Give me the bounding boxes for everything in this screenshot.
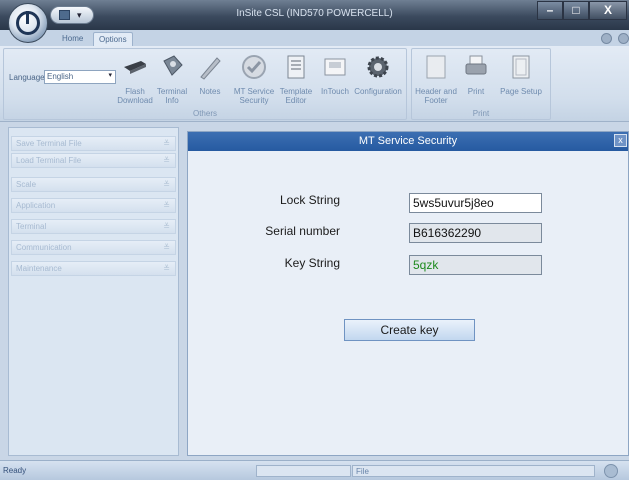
sidebar-item-label: Terminal	[16, 222, 47, 231]
flash-download-button[interactable]: Flash Download	[116, 53, 154, 105]
print-label: Print	[467, 87, 485, 96]
panel-title: MT Service Security	[358, 135, 458, 147]
pencil-icon	[200, 57, 221, 80]
sidebar-item-label: Save Terminal File	[16, 139, 82, 148]
status-segment	[256, 465, 351, 477]
window-controls: – □ X	[537, 1, 627, 21]
terminal-info-icon	[163, 55, 183, 76]
app-menu-button[interactable]	[8, 3, 48, 43]
help-icon[interactable]	[601, 33, 612, 44]
terminal-info-button[interactable]: Terminal Info	[156, 53, 188, 105]
close-button[interactable]: X	[589, 1, 627, 20]
page-setup-icon	[512, 55, 530, 79]
sidebar: Save Terminal File ≚ Load Terminal File …	[8, 127, 179, 456]
key-string-field: 5qzk	[409, 255, 542, 275]
window-title: InSite CSL (IND570 POWERCELL)	[236, 8, 393, 19]
close-icon[interactable]: x	[614, 134, 627, 147]
notes-label: Notes	[199, 87, 221, 96]
sidebar-item-communication[interactable]: Communication ≚	[11, 240, 176, 255]
status-text: Ready	[3, 466, 27, 475]
chevron-down-icon: ≚	[163, 201, 170, 210]
ribbon-group-print: Header and Footer Print Page Setup Print	[411, 48, 551, 120]
ribbon-tabs: Home Options	[0, 30, 629, 46]
sidebar-item-label: Application	[16, 201, 56, 210]
serial-number-label: Serial number	[265, 224, 340, 238]
lock-string-field[interactable]: 5ws5uvur5j8eo	[409, 193, 542, 213]
sidebar-item-maintenance[interactable]: Maintenance ≚	[11, 261, 176, 276]
ribbon-group-others: Language English ▾ Flash Download Termin…	[3, 48, 407, 120]
mt-service-security-button[interactable]: MT Service Security	[229, 53, 279, 105]
chevron-down-icon: ▾	[108, 72, 112, 79]
sidebar-item-label: Scale	[16, 180, 37, 189]
gear-icon	[367, 56, 389, 78]
template-editor-icon	[287, 55, 305, 79]
printer-icon	[465, 55, 487, 75]
flash-download-label: Flash Download	[117, 87, 153, 105]
mt-service-security-label: MT Service Security	[233, 87, 275, 105]
configuration-label: Configuration	[354, 87, 402, 96]
template-editor-label: Template Editor	[279, 87, 313, 105]
serial-number-field: B616362290	[409, 223, 542, 243]
sidebar-item-load-terminal-file[interactable]: Load Terminal File ≚	[11, 153, 176, 168]
minimize-button[interactable]: –	[537, 1, 563, 20]
create-key-button[interactable]: Create key	[344, 319, 475, 341]
terminal-info-label: Terminal Info	[156, 87, 188, 105]
intouch-icon	[324, 58, 346, 76]
configuration-button[interactable]: Configuration	[352, 53, 404, 96]
chevron-down-icon: ≚	[163, 156, 170, 165]
tab-options[interactable]: Options	[93, 32, 133, 46]
sidebar-item-label: Load Terminal File	[16, 156, 82, 165]
mt-service-security-panel: MT Service Security x Lock String 5ws5uv…	[187, 131, 629, 456]
sidebar-item-application[interactable]: Application ≚	[11, 198, 176, 213]
maximize-button[interactable]: □	[563, 1, 589, 20]
page-setup-label: Page Setup	[500, 87, 542, 96]
panel-header: MT Service Security x	[188, 132, 628, 151]
chevron-down-icon: ≚	[163, 243, 170, 252]
sidebar-item-label: Maintenance	[16, 264, 62, 273]
language-label: Language	[9, 73, 45, 82]
group-label-print: Print	[472, 109, 490, 118]
intouch-label: InTouch	[320, 87, 350, 96]
header-footer-button[interactable]: Header and Footer	[414, 53, 458, 105]
info-icon[interactable]	[618, 33, 629, 44]
print-button[interactable]: Print	[462, 53, 490, 96]
sidebar-item-scale[interactable]: Scale ≚	[11, 177, 176, 192]
chevron-down-icon: ≚	[163, 139, 170, 148]
language-value: English	[47, 72, 74, 81]
security-check-icon	[242, 55, 266, 79]
power-logo-icon	[16, 11, 40, 35]
tab-home[interactable]: Home	[57, 32, 88, 46]
sidebar-item-save-terminal-file[interactable]: Save Terminal File ≚	[11, 136, 176, 151]
sidebar-item-terminal[interactable]: Terminal ≚	[11, 219, 176, 234]
page-setup-button[interactable]: Page Setup	[496, 53, 546, 96]
zoom-icon[interactable]	[604, 464, 618, 478]
group-label-others: Others	[192, 109, 217, 118]
language-select[interactable]: English ▾	[44, 70, 116, 84]
template-editor-button[interactable]: Template Editor	[274, 53, 318, 105]
flash-download-icon	[124, 61, 146, 74]
sidebar-item-label: Communication	[16, 243, 72, 252]
status-file: File	[352, 465, 595, 477]
title-bar: ▾ InSite CSL (IND570 POWERCELL) – □ X	[0, 0, 629, 30]
chevron-down-icon: ≚	[163, 180, 170, 189]
chevron-down-icon: ≚	[163, 222, 170, 231]
ribbon: Language English ▾ Flash Download Termin…	[0, 46, 629, 122]
intouch-button[interactable]: InTouch	[316, 53, 354, 96]
header-footer-label: Header and Footer	[415, 87, 457, 105]
status-bar: Ready File	[0, 460, 629, 480]
header-footer-icon	[426, 55, 446, 79]
lock-string-label: Lock String	[279, 193, 340, 207]
chevron-down-icon: ≚	[163, 264, 170, 273]
notes-button[interactable]: Notes	[196, 53, 224, 96]
key-string-label: Key String	[284, 256, 340, 270]
